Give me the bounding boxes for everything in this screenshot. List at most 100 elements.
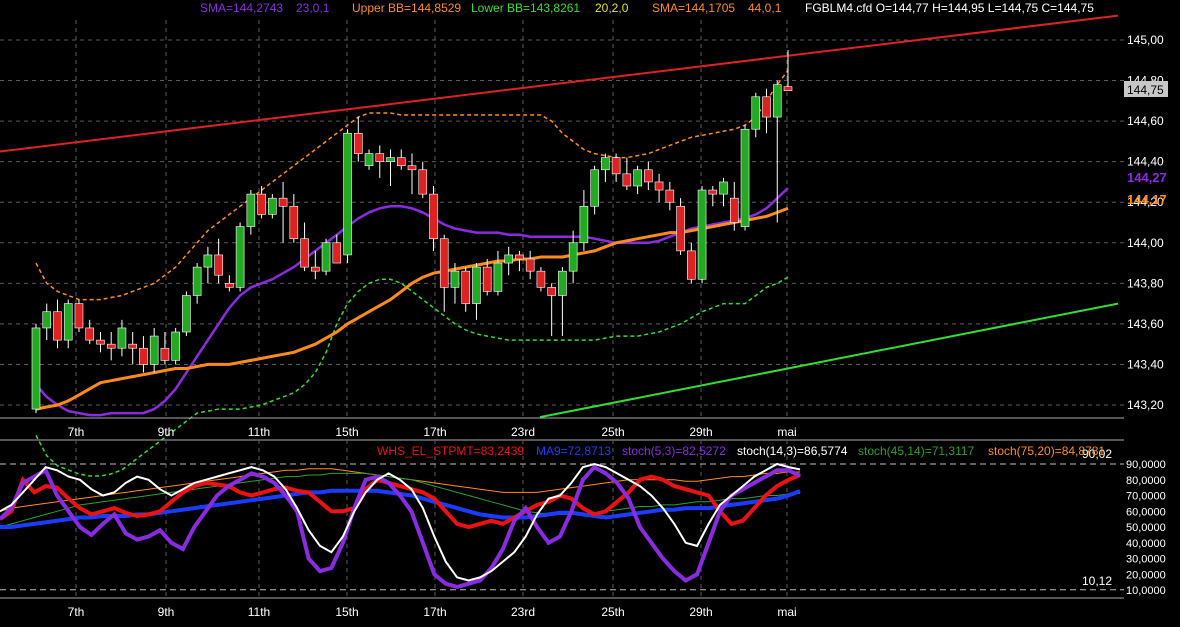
date-label: 25th [601,605,624,619]
candle-body [246,193,256,227]
sma23-price-tag: 144,27 [1127,170,1167,185]
date-label: 11th [248,425,270,439]
date-label: 23rd [511,425,535,439]
candle-body [160,347,170,361]
candle-body [31,327,41,410]
indicator-axis-label: 80,0000 [1126,475,1166,487]
candle-body [472,266,481,304]
date-label: 15th [335,425,358,439]
candle-body [42,311,52,329]
candle-body [418,169,428,195]
candle-body [568,242,578,272]
legend-sma23-params: 23,0,1 [296,1,330,15]
indicator-axis-label: 90,0000 [1126,459,1166,471]
legend-stoch143: stoch(14,3)=86,5774 [737,444,848,458]
trading-chart: SMA=144,2743 23,0,1 Upper BB=144,8529 Lo… [0,0,1180,627]
current-price-tag: 144,75 [1127,83,1164,97]
candle-body [332,242,342,264]
sma44-price-tag: 144,17 [1127,192,1167,207]
candle-body [192,266,202,296]
candle-body [203,254,213,268]
candle-body [429,193,438,240]
candle-body [547,287,556,296]
candle-body [117,327,127,349]
candle-body [504,254,513,264]
candle-body [633,169,642,187]
candle-body [214,254,223,276]
candle-body [289,205,299,240]
indicator-axis-label: 20,0000 [1126,569,1166,581]
legend-sma44-params: 44,0,1 [748,1,782,15]
legend-stoch53: stoch(5,3)=82,5272 [622,444,726,458]
candle-body [601,157,610,171]
candle-body [461,270,471,304]
candle-body [665,189,675,203]
candle-body [53,311,62,341]
candle-body [515,254,524,260]
candle-body [579,205,589,244]
candle-body [63,303,73,341]
candle-body [149,335,159,365]
indicator-axis-label: 70,0000 [1126,491,1166,503]
candle-body [128,343,137,349]
candle-body [321,242,331,272]
date-label: 11th [248,605,270,619]
candle-body [96,339,105,345]
candle-body [182,295,191,333]
indicator-axis: 90,0000 80,0000 70,0000 60,0000 50,0000 40,00… [1126,459,1166,597]
candle-body [719,181,728,195]
candle-body [740,128,750,227]
candle-body [762,96,771,118]
candle-body [235,226,245,288]
price-axis-label: 144,40 [1127,155,1164,169]
candle-body [525,258,535,272]
legend-sma23: SMA=144,2743 [200,1,283,15]
candle-body [708,189,718,195]
date-label: 17th [423,425,446,439]
legend-ma9: MA9=72,8713 [536,444,611,458]
date-label: 15th [335,605,358,619]
legend-bb-params: 20,2,0 [595,1,629,15]
date-label: 9th [158,605,175,619]
legend-ohlc: FGBLM4.cfd O=144,77 H=144,95 L=144,75 C=… [805,1,1094,15]
indicator-axis-label: 30,0000 [1126,554,1166,566]
candle-body [364,153,374,167]
candle-body [622,173,632,187]
price-axis-label: 143,60 [1127,317,1164,331]
date-label: 29th [689,605,712,619]
legend-stoch4514: stoch(45,14)=71,3117 [858,444,975,458]
candle-body [407,165,417,171]
candle-body [729,197,739,223]
price-axis-label: 143,40 [1127,357,1164,371]
candle-body [611,157,621,175]
candle-body [278,197,288,207]
candle-body [687,250,696,280]
candle-body [85,327,95,341]
candle-body [751,96,761,130]
indicator-axis-label: 60,0000 [1126,506,1166,518]
price-axis-label: 144,60 [1127,114,1164,128]
legend-stoch7520: stoch(75,20)=84,8781 [988,444,1105,458]
candle-body [268,197,277,215]
candle-body [139,347,148,365]
candle-body [74,303,84,329]
candle-body [644,169,653,183]
candle-body [697,189,707,280]
date-label: 7th [68,605,85,619]
level-low-label: 10,12 [1082,574,1112,588]
candle-body [493,262,503,292]
date-label: mai [777,605,796,619]
candle-body [396,157,406,167]
legend-upper-bb: Upper BB=144,8529 [352,1,461,15]
legend-sma44: SMA=144,1705 [652,1,735,15]
indicator-axis-label: 50,0000 [1126,522,1166,534]
candle-body [558,270,567,296]
candle-body [654,181,664,191]
price-axis-label: 143,20 [1127,398,1164,412]
date-label: 29th [689,425,712,439]
candle-body [386,157,395,162]
date-label: mai [777,425,796,439]
candle-body [783,86,793,91]
price-axis-label: 143,80 [1127,276,1164,290]
date-label: 17th [423,605,446,619]
